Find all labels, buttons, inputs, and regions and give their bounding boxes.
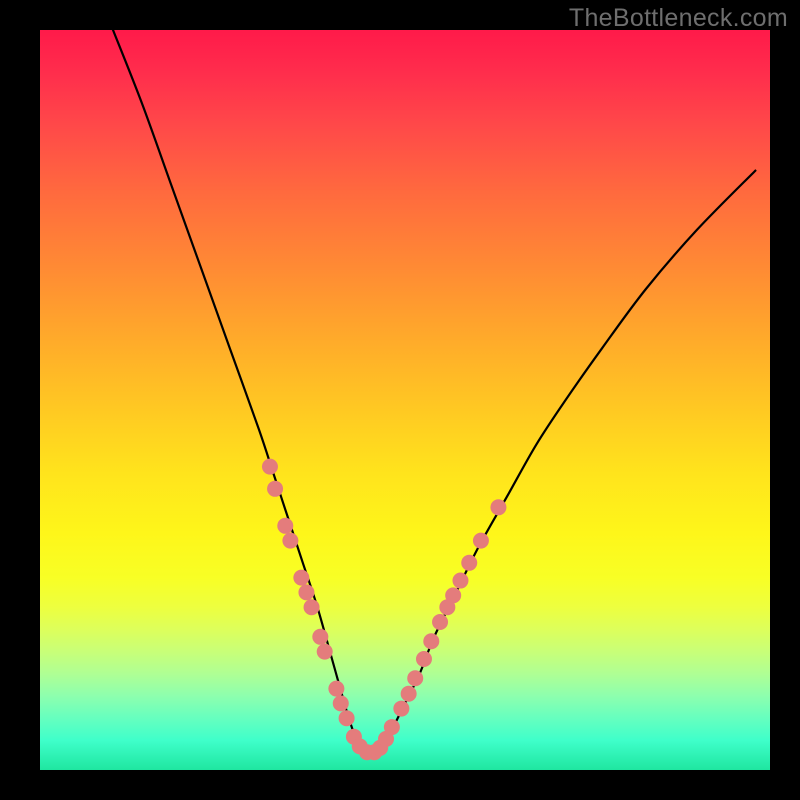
marker-dot bbox=[384, 719, 400, 735]
marker-dot bbox=[473, 533, 489, 549]
marker-dot bbox=[298, 584, 314, 600]
chart-svg bbox=[40, 30, 770, 770]
marker-dot bbox=[445, 587, 461, 603]
marker-dot bbox=[432, 614, 448, 630]
marker-dot bbox=[333, 695, 349, 711]
marker-dot bbox=[277, 518, 293, 534]
marker-dot bbox=[267, 481, 283, 497]
watermark-text: TheBottleneck.com bbox=[569, 4, 788, 33]
outer-frame: TheBottleneck.com bbox=[0, 0, 800, 800]
marker-dot bbox=[401, 686, 417, 702]
marker-dot bbox=[282, 533, 298, 549]
marker-dot bbox=[312, 629, 328, 645]
marker-dot bbox=[328, 681, 344, 697]
marker-dot bbox=[423, 633, 439, 649]
highlight-markers bbox=[262, 459, 506, 761]
marker-dot bbox=[262, 459, 278, 475]
marker-dot bbox=[461, 555, 477, 571]
marker-dot bbox=[416, 651, 432, 667]
marker-dot bbox=[407, 670, 423, 686]
plot-area bbox=[40, 30, 770, 770]
marker-dot bbox=[317, 644, 333, 660]
marker-dot bbox=[393, 701, 409, 717]
marker-dot bbox=[304, 599, 320, 615]
marker-dot bbox=[293, 570, 309, 586]
marker-dot bbox=[452, 573, 468, 589]
marker-dot bbox=[490, 499, 506, 515]
marker-dot bbox=[339, 710, 355, 726]
